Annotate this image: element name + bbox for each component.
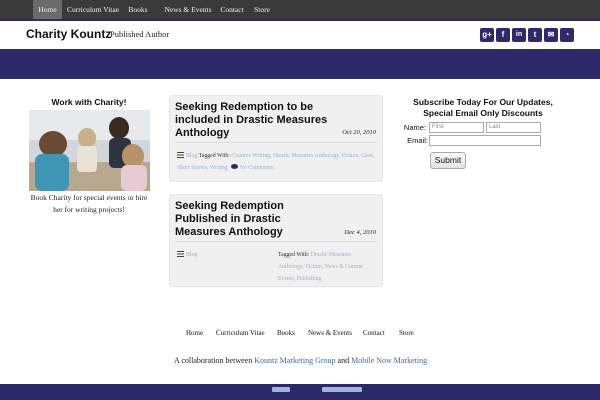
post-title[interactable]: Seeking Redemption to be included in Dra…	[175, 101, 355, 140]
post-title[interactable]: Seeking Redemption Published in Drastic …	[175, 200, 325, 239]
email-label: Email:	[407, 136, 428, 145]
last-name-input[interactable]: Last	[486, 122, 541, 133]
top-navigation: Home Curriculum Vitae Books News & Event…	[0, 0, 600, 20]
kountz-marketing-link[interactable]: Kountz Marketing Group	[254, 356, 335, 365]
footer-nav-news-events[interactable]: News & Events	[308, 329, 352, 337]
site-tagline: Published Author	[110, 29, 170, 39]
tagged-with-label: Tagged With:	[198, 153, 230, 159]
footer-nav-curriculum-vitae[interactable]: Curriculum Vitae	[216, 329, 265, 337]
post-divider	[175, 241, 377, 242]
nav-contact[interactable]: Contact	[218, 0, 246, 19]
post-divider	[175, 142, 377, 143]
footer-credits: A collaboration between Kountz Marketing…	[174, 356, 427, 365]
category-icon	[177, 250, 184, 257]
site-header: Charity Kountz Published Author g+ f in …	[0, 21, 600, 49]
email-icon[interactable]: ✉	[544, 28, 558, 42]
footer-nav-books[interactable]: Books	[277, 329, 295, 337]
post-category: Blog	[177, 249, 247, 261]
site-title[interactable]: Charity Kountz	[26, 27, 111, 41]
nav-curriculum-vitae[interactable]: Curriculum Vitae	[64, 0, 122, 19]
rss-icon[interactable]: ◔	[560, 28, 574, 42]
bottom-link-fragment	[322, 387, 362, 392]
blog-post: Seeking Redemption Published in Drastic …	[169, 194, 383, 287]
footer-nav-home[interactable]: Home	[186, 329, 203, 337]
first-name-input[interactable]: First	[429, 122, 484, 133]
header-banner	[0, 49, 600, 79]
category-icon	[177, 151, 184, 158]
nav-books[interactable]: Books	[124, 0, 152, 19]
linkedin-icon[interactable]: in	[512, 28, 526, 42]
mobile-now-marketing-link[interactable]: Mobile Now Marketing	[351, 356, 427, 365]
post-date: Oct 20, 2010	[342, 129, 376, 136]
email-input[interactable]	[429, 135, 541, 146]
post-meta: Blog Tagged With: Creative Writing, Dras…	[177, 150, 381, 174]
post-meta: Tagged With: Drastic Measures Anthology,…	[278, 249, 378, 285]
post-comments-link[interactable]: No Comments	[240, 165, 274, 171]
credits-and: and	[337, 356, 350, 365]
subscribe-title: Subscribe Today For Our Updates, Special…	[413, 97, 553, 118]
nav-home[interactable]: Home	[33, 0, 62, 19]
post-date: Dec 4, 2010	[344, 229, 376, 236]
footer-nav-store[interactable]: Store	[399, 329, 414, 337]
post-category-link[interactable]: Blog	[186, 252, 197, 258]
tagged-with-label: Tagged With:	[278, 252, 310, 258]
google-plus-icon[interactable]: g+	[480, 28, 494, 42]
blog-post: Seeking Redemption to be included in Dra…	[169, 95, 383, 182]
post-category-link[interactable]: Blog	[186, 153, 197, 159]
nav-store[interactable]: Store	[250, 0, 274, 19]
bottom-bar	[0, 384, 600, 400]
bottom-link-fragment	[272, 387, 290, 392]
facebook-icon[interactable]: f	[496, 28, 510, 42]
students-photo-illustration	[29, 110, 150, 191]
work-with-charity-title: Work with Charity!	[51, 97, 127, 107]
submit-button[interactable]: Submit	[430, 152, 466, 169]
credits-prefix: A collaboration between	[174, 356, 253, 365]
twitter-icon[interactable]: t	[528, 28, 542, 42]
name-label: Name:	[403, 123, 426, 132]
work-with-charity-description: Book Charity for special events or hire …	[30, 193, 148, 214]
comment-icon	[230, 164, 238, 169]
students-photo[interactable]	[29, 110, 150, 191]
nav-news-events[interactable]: News & Events	[160, 0, 216, 19]
footer-nav-contact[interactable]: Contact	[363, 329, 385, 337]
